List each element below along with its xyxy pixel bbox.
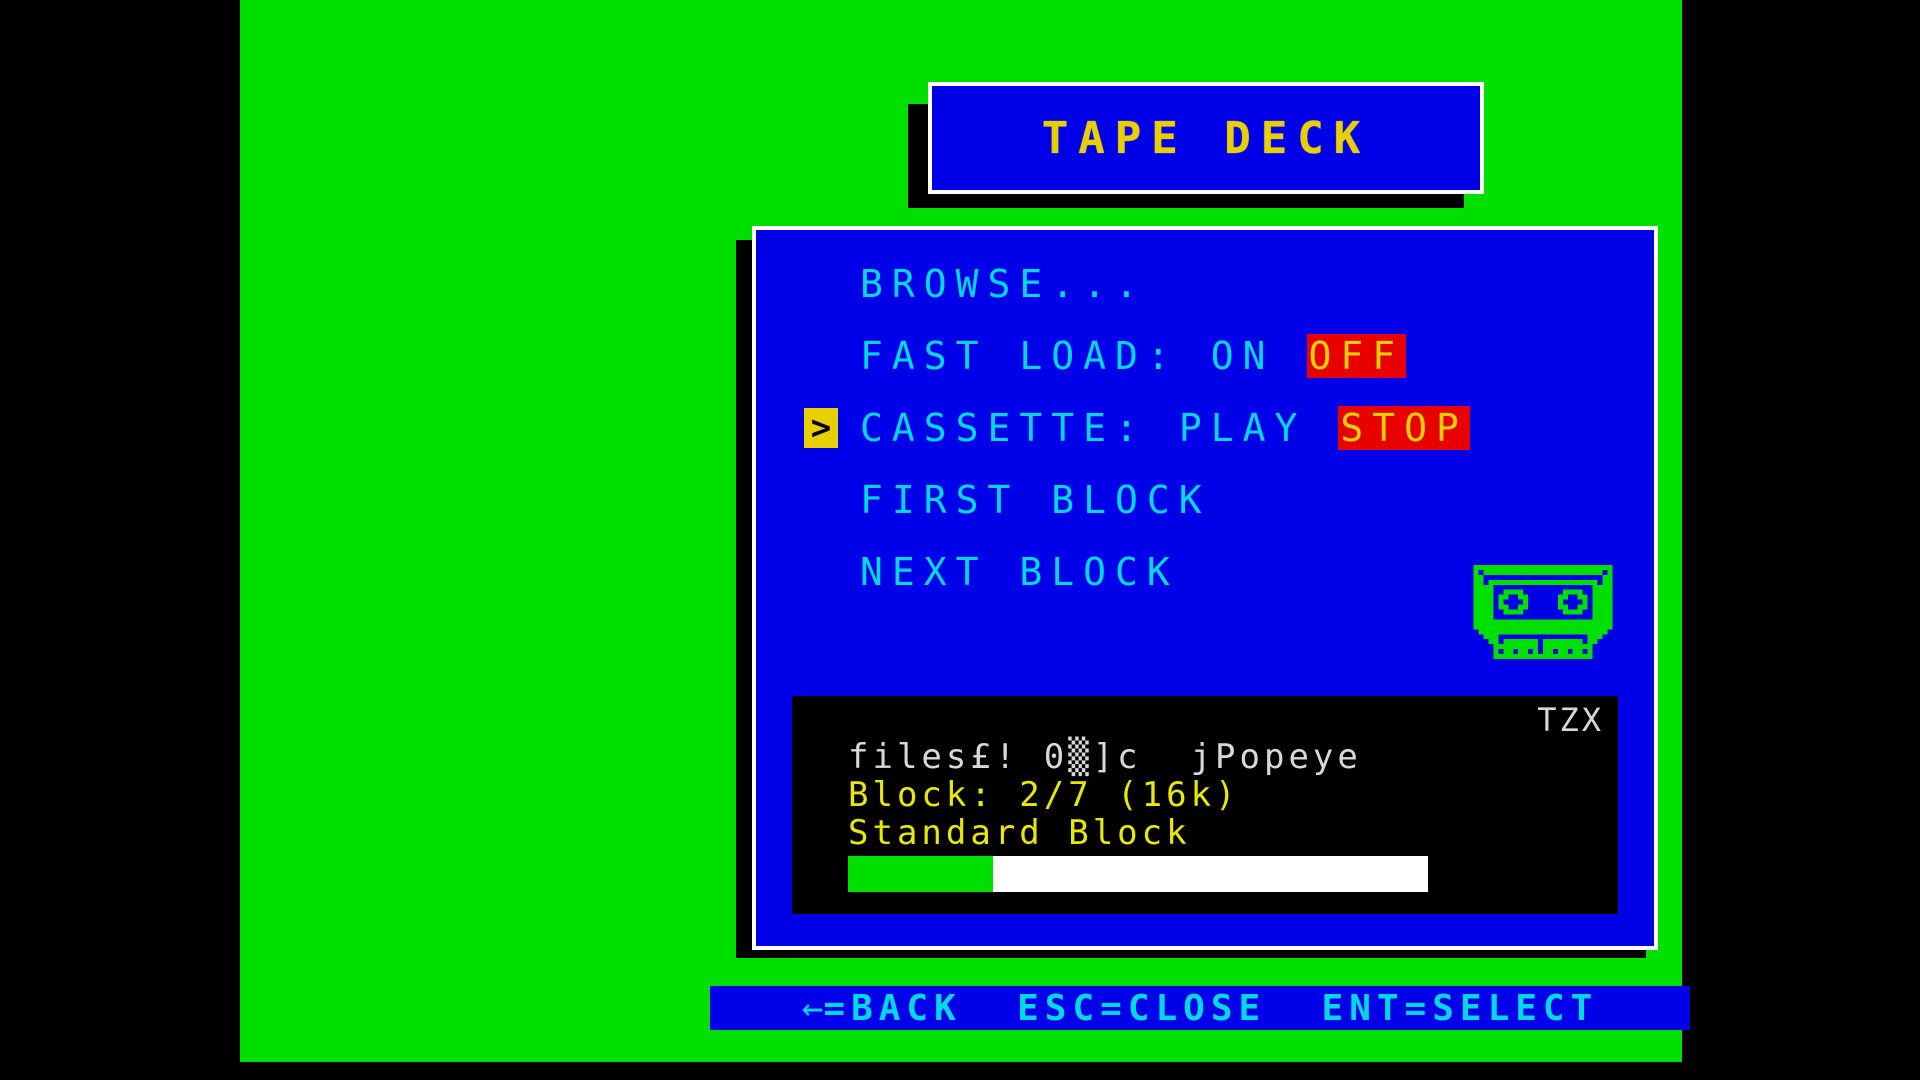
tape-format-label: TZX	[1537, 701, 1604, 739]
menu-item-label: BROWSE...	[860, 262, 1147, 306]
back-arrow-icon: ←	[801, 987, 824, 1029]
menu-item-browse[interactable]: > BROWSE...	[756, 248, 1654, 320]
fast-load-option-off[interactable]: OFF	[1306, 334, 1407, 378]
status-bar-hints: =BACK ESC=CLOSE ENT=SELECT	[823, 987, 1599, 1029]
cassette-option-stop[interactable]: STOP	[1338, 406, 1470, 450]
menu-item-label: FIRST BLOCK	[860, 478, 1211, 522]
tape-deck-window: > BROWSE... > FAST LOAD: ON OFF > CASSET…	[752, 226, 1658, 950]
tape-filename: files£! 0▒]c jPopeye	[848, 737, 1362, 777]
page-title: TAPE DECK	[1041, 112, 1371, 164]
title-window: TAPE DECK	[928, 82, 1484, 194]
status-bar: ← =BACK ESC=CLOSE ENT=SELECT	[710, 986, 1690, 1030]
menu-item-label: NEXT BLOCK	[860, 550, 1179, 594]
tape-block-counter: Block: 2/7 (16k)	[848, 775, 1240, 815]
load-progress-fill	[848, 856, 993, 892]
cassette-tape-icon	[1473, 564, 1613, 660]
tape-block-type: Standard Block	[848, 813, 1191, 853]
menu-item-label: CASSETTE:	[860, 406, 1147, 450]
menu-item-label: FAST LOAD:	[860, 334, 1179, 378]
menu-item-fast-load[interactable]: > FAST LOAD: ON OFF	[756, 320, 1654, 392]
cassette-option-play[interactable]: PLAY	[1177, 406, 1309, 450]
tape-info-panel: TZX files£! 0▒]c jPopeye Block: 2/7 (16k…	[792, 696, 1618, 914]
emulator-screen: TAPE DECK > BROWSE... > FAST LOAD: ON OF…	[0, 0, 1920, 1080]
zx-display-area: TAPE DECK > BROWSE... > FAST LOAD: ON OF…	[240, 0, 1690, 1062]
menu-item-first-block[interactable]: > FIRST BLOCK	[756, 464, 1654, 536]
selection-cursor-icon: >	[804, 408, 838, 448]
menu-list: > BROWSE... > FAST LOAD: ON OFF > CASSET…	[756, 248, 1654, 608]
menu-item-cassette[interactable]: > CASSETTE: PLAY STOP	[756, 392, 1654, 464]
load-progress-bar	[848, 856, 1428, 892]
fast-load-option-on[interactable]: ON	[1209, 334, 1277, 378]
